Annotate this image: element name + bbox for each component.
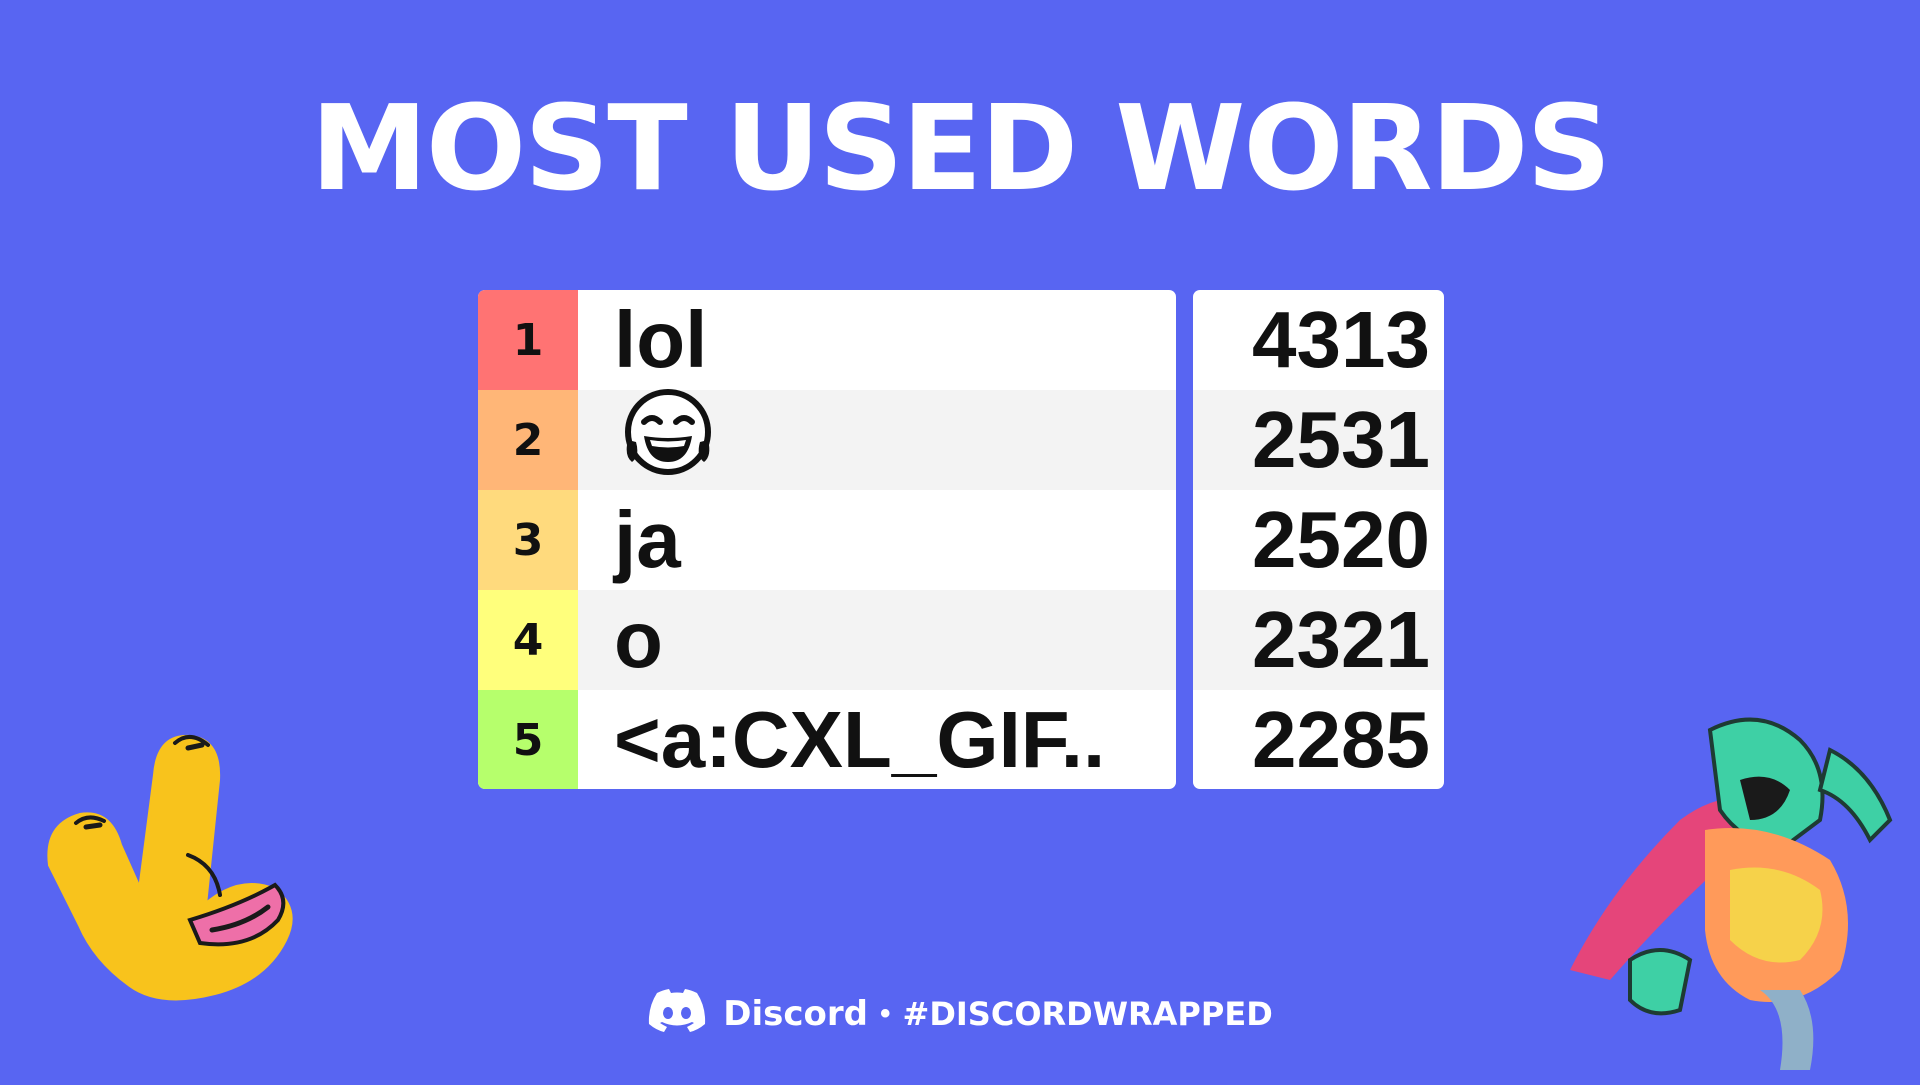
word-text: ja [614, 495, 681, 584]
word-row-2: 2 [478, 388, 1176, 490]
count-value: 2321 [1252, 595, 1430, 684]
words-panel: 1 lol 2 3 ja 4 o 5 <a:CXL_GIF.. [478, 290, 1176, 789]
word-text: o [614, 595, 663, 684]
count-row-5: 2285 [1193, 690, 1444, 789]
page-title: MOST USED WORDS [310, 79, 1612, 217]
count-value: 2520 [1252, 495, 1430, 584]
count-value: 2531 [1252, 395, 1430, 484]
word-row-5: 5 <a:CXL_GIF.. [478, 690, 1176, 789]
counts-panel: 4313 2531 2520 2321 2285 [1193, 290, 1444, 789]
count-value: 2285 [1252, 695, 1430, 784]
tears-of-joy-emoji-icon [620, 386, 716, 495]
footer-separator: • [879, 996, 891, 1030]
word-text [578, 386, 716, 495]
count-value: 4313 [1252, 295, 1430, 384]
word-row-1: 1 lol [478, 290, 1176, 390]
hashtag: #DISCORDWRAPPED [902, 994, 1273, 1033]
count-row-3: 2520 [1193, 490, 1444, 590]
rank-badge: 4 [478, 590, 578, 690]
word-text: <a:CXL_GIF.. [614, 695, 1106, 784]
rank-badge: 3 [478, 490, 578, 590]
count-row-1: 4313 [1193, 290, 1444, 390]
word-row-3: 3 ja [478, 490, 1176, 590]
count-row-2: 2531 [1193, 390, 1444, 490]
word-row-4: 4 o [478, 590, 1176, 690]
rank-badge: 5 [478, 690, 578, 789]
word-text: lol [614, 295, 708, 384]
rock-hand-sticker [40, 715, 320, 1020]
count-row-4: 2321 [1193, 590, 1444, 690]
rank-badge: 2 [478, 390, 578, 490]
rank-badge: 1 [478, 290, 578, 390]
footer: Discord • #DISCORDWRAPPED [0, 988, 1920, 1039]
brand-name: Discord [723, 993, 868, 1034]
discord-logo-icon [647, 988, 707, 1039]
